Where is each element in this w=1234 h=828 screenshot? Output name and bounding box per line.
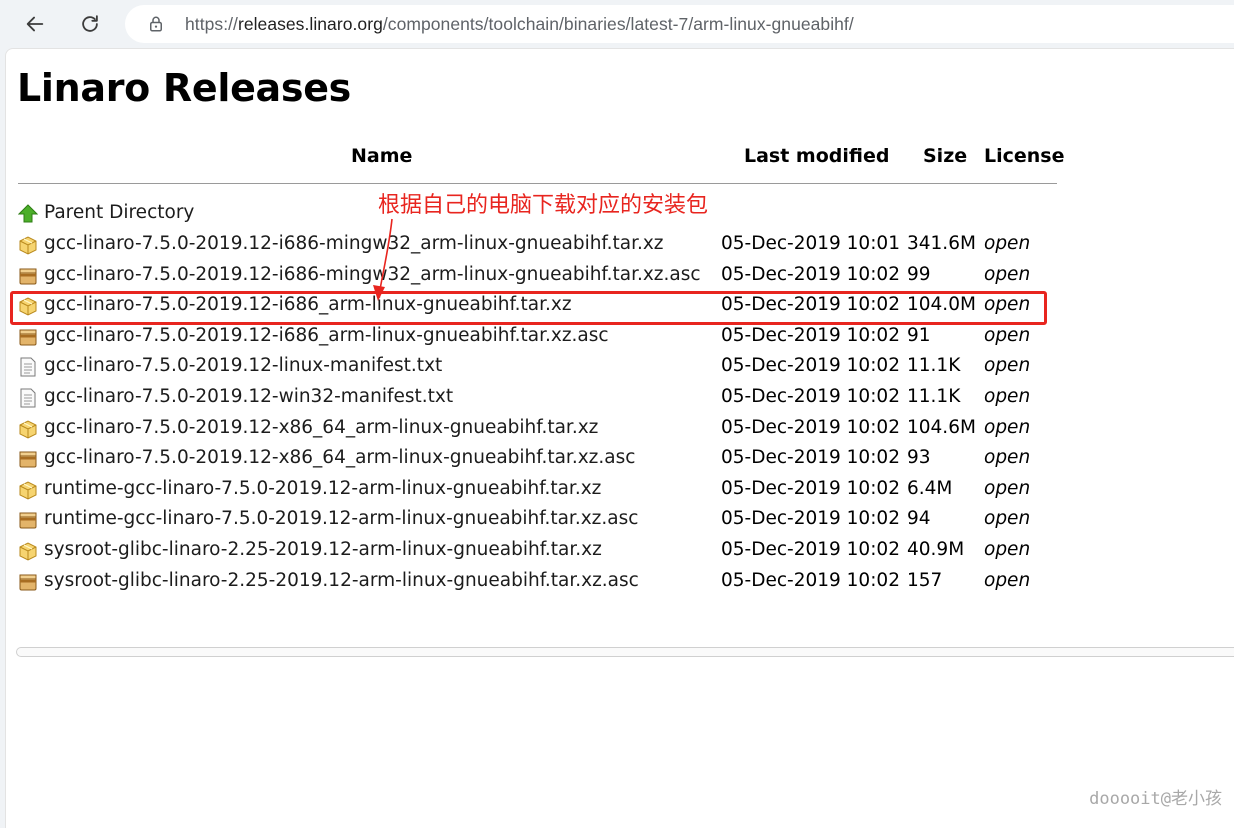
last-modified-cell: 05-Dec-2019 10:02	[721, 508, 900, 530]
archive-icon	[19, 268, 37, 285]
file-link[interactable]: gcc-linaro-7.5.0-2019.12-i686_arm-linux-…	[44, 325, 609, 346]
license-link[interactable]: open	[984, 355, 1030, 376]
last-modified-cell: 05-Dec-2019 10:02	[721, 386, 900, 407]
parent-directory-link[interactable]: Parent Directory	[44, 202, 194, 223]
license-link[interactable]: open	[984, 508, 1030, 529]
file-link[interactable]: sysroot-glibc-linaro-2.25-2019.12-arm-li…	[44, 570, 639, 591]
size-cell: 40.9M	[907, 539, 965, 560]
archive-icon	[19, 451, 37, 468]
size-cell: 104.6M	[907, 416, 976, 438]
size-cell: 91	[907, 324, 931, 346]
package-icon	[19, 236, 37, 255]
archive-icon	[19, 574, 37, 591]
url-text[interactable]: https://releases.linaro.org/components/t…	[185, 14, 854, 35]
last-modified-cell: 05-Dec-2019 10:02	[721, 355, 900, 377]
last-modified-cell: 05-Dec-2019 10:01	[721, 233, 900, 254]
bottom-divider	[16, 647, 1234, 657]
license-link[interactable]: open	[984, 264, 1030, 285]
watermark: dooooit@老小孩	[1089, 789, 1222, 809]
file-link[interactable]: gcc-linaro-7.5.0-2019.12-x86_64_arm-linu…	[44, 417, 598, 438]
up-arrow-icon	[18, 204, 38, 223]
last-modified-cell: 05-Dec-2019 10:02	[721, 569, 900, 591]
file-link[interactable]: runtime-gcc-linaro-7.5.0-2019.12-arm-lin…	[44, 508, 638, 529]
highlight-box	[10, 291, 1047, 325]
size-cell: 99	[907, 263, 931, 285]
archive-icon	[19, 512, 37, 529]
file-link[interactable]: sysroot-glibc-linaro-2.25-2019.12-arm-li…	[44, 539, 602, 560]
size-cell: 157	[907, 569, 943, 591]
size-cell: 341.6M	[907, 233, 976, 254]
column-header-last-modified[interactable]: Last modified	[744, 145, 889, 167]
last-modified-cell: 05-Dec-2019 10:02	[721, 263, 900, 285]
last-modified-cell: 05-Dec-2019 10:02	[721, 416, 900, 438]
lock-icon[interactable]	[147, 15, 165, 33]
file-link[interactable]: gcc-linaro-7.5.0-2019.12-x86_64_arm-linu…	[44, 447, 635, 468]
package-icon	[19, 542, 37, 561]
annotation-arrow-icon	[373, 218, 393, 301]
address-bar[interactable]: https://releases.linaro.org/components/t…	[125, 5, 1234, 43]
size-cell: 94	[907, 508, 931, 530]
last-modified-cell: 05-Dec-2019 10:02	[721, 324, 900, 346]
size-cell: 93	[907, 447, 931, 469]
license-link[interactable]: open	[984, 325, 1030, 346]
column-header-name[interactable]: Name	[351, 145, 412, 167]
license-link[interactable]: open	[984, 478, 1030, 499]
last-modified-cell: 05-Dec-2019 10:02	[721, 477, 900, 499]
file-link[interactable]: gcc-linaro-7.5.0-2019.12-linux-manifest.…	[44, 355, 442, 376]
license-link[interactable]: open	[984, 233, 1030, 254]
back-arrow-icon	[26, 16, 44, 32]
last-modified-cell: 05-Dec-2019 10:02	[721, 539, 900, 560]
size-cell: 11.1K	[907, 355, 961, 377]
annotation-text: 根据自己的电脑下载对应的安装包	[378, 193, 709, 218]
size-cell: 11.1K	[907, 386, 961, 407]
column-header-size[interactable]: Size	[923, 145, 967, 167]
size-cell: 6.4M	[907, 477, 953, 499]
package-icon	[19, 420, 37, 439]
license-link[interactable]: open	[984, 417, 1030, 438]
license-link[interactable]: open	[984, 570, 1030, 591]
text-file-icon	[20, 357, 36, 377]
reload-button[interactable]	[72, 6, 108, 42]
last-modified-cell: 05-Dec-2019 10:02	[721, 447, 900, 469]
browser-toolbar: https://releases.linaro.org/components/t…	[0, 0, 1234, 48]
file-link[interactable]: gcc-linaro-7.5.0-2019.12-win32-manifest.…	[44, 386, 453, 407]
license-link[interactable]: open	[984, 447, 1030, 468]
column-header-license[interactable]: License	[984, 145, 1065, 167]
page-title: Linaro Releases	[17, 66, 351, 110]
header-divider	[18, 183, 1057, 184]
back-button[interactable]	[17, 6, 53, 42]
file-link[interactable]: runtime-gcc-linaro-7.5.0-2019.12-arm-lin…	[44, 478, 601, 499]
archive-icon	[19, 329, 37, 346]
license-link[interactable]: open	[984, 539, 1030, 560]
file-link[interactable]: gcc-linaro-7.5.0-2019.12-i686-mingw32_ar…	[44, 233, 664, 254]
text-file-icon	[20, 388, 36, 408]
page-content: Linaro Releases Name Last modified Size …	[5, 48, 1234, 828]
license-link[interactable]: open	[984, 386, 1030, 407]
reload-icon	[82, 15, 98, 32]
package-icon	[19, 481, 37, 500]
